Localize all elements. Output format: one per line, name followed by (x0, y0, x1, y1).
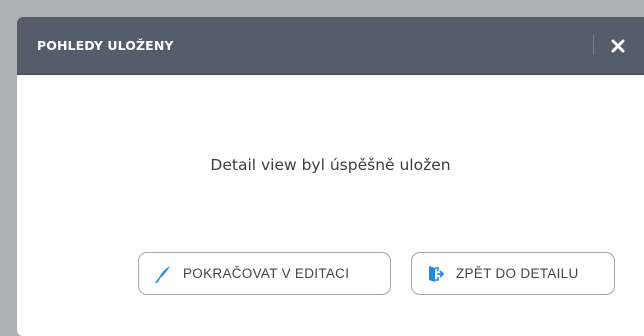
close-icon (605, 33, 631, 59)
feather-pen-icon (155, 265, 171, 283)
exit-door-icon (428, 265, 444, 283)
dialog-header: POHLEDY ULOŽENY (17, 17, 644, 75)
close-button[interactable] (605, 33, 631, 59)
back-to-detail-label: ZPĚT DO DETAILU (456, 266, 579, 281)
saved-views-dialog: POHLEDY ULOŽENY Detail view byl úspěšně … (17, 17, 644, 336)
continue-editing-label: POKRAČOVAT V EDITACI (183, 266, 350, 281)
continue-editing-button[interactable]: POKRAČOVAT V EDITACI (138, 252, 391, 295)
header-divider (593, 35, 594, 55)
dialog-title: POHLEDY ULOŽENY (37, 38, 174, 53)
dialog-message: Detail view byl úspěšně uložen (210, 156, 451, 174)
back-to-detail-button[interactable]: ZPĚT DO DETAILU (411, 252, 615, 295)
